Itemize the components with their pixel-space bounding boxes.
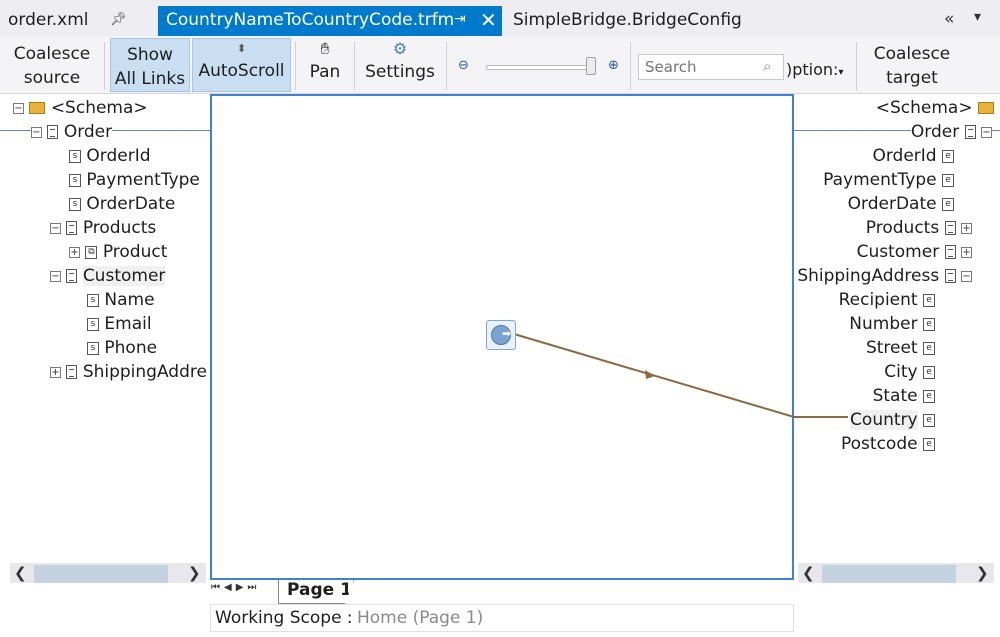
target-state-label: State bbox=[872, 386, 918, 406]
record-icon bbox=[944, 221, 956, 235]
field-icon: e bbox=[942, 197, 954, 211]
target-order-label: Order bbox=[910, 122, 960, 142]
field-icon: e bbox=[923, 413, 935, 427]
target-number-label: Number bbox=[849, 314, 918, 334]
scroll-left-icon[interactable]: ❮ bbox=[802, 564, 815, 582]
field-icon: e bbox=[923, 317, 935, 331]
expand-icon[interactable]: + bbox=[961, 246, 972, 258]
target-node-number[interactable]: Number e bbox=[849, 312, 935, 336]
working-scope-value[interactable]: Home (Page 1) bbox=[357, 608, 483, 628]
target-root-label: <Schema> bbox=[875, 98, 973, 118]
page-tab-1[interactable]: Page 1 bbox=[278, 580, 354, 604]
field-icon: e bbox=[923, 341, 935, 355]
target-products-label: Products bbox=[865, 218, 940, 238]
target-node-state[interactable]: State e bbox=[873, 384, 935, 408]
functoid-node[interactable]: ➡ bbox=[486, 320, 516, 350]
target-shippingaddress-label: ShippingAddress bbox=[797, 266, 940, 286]
source-scrollbar-thumb[interactable] bbox=[34, 565, 168, 583]
target-node-products[interactable]: Products + bbox=[866, 216, 972, 240]
target-orderdate-label: OrderDate bbox=[847, 194, 937, 214]
target-node-country[interactable]: Country e bbox=[850, 408, 935, 432]
target-node-customer[interactable]: Customer + bbox=[857, 240, 972, 264]
working-scope-label: Working Scope : bbox=[215, 608, 353, 628]
target-node-street[interactable]: Street e bbox=[866, 336, 935, 360]
page-navigation-buttons[interactable]: ⏮◀▶⏭ bbox=[211, 582, 281, 593]
target-postcode-label: Postcode bbox=[841, 434, 918, 454]
field-icon: e bbox=[923, 389, 935, 403]
target-country-label: Country bbox=[850, 410, 918, 430]
target-orderid-label: OrderId bbox=[872, 146, 937, 166]
target-city-label: City bbox=[884, 362, 918, 382]
target-node-recipient[interactable]: Recipient e bbox=[839, 288, 935, 312]
scroll-left-icon[interactable]: ❮ bbox=[14, 564, 27, 582]
working-scope-bar: Working Scope : Home (Page 1) bbox=[210, 604, 794, 632]
target-paymenttype-label: PaymentType bbox=[823, 170, 937, 190]
scroll-right-icon[interactable]: ❯ bbox=[976, 564, 989, 582]
target-node-paymenttype[interactable]: PaymentType e bbox=[823, 168, 954, 192]
expand-icon[interactable]: + bbox=[961, 222, 972, 234]
target-scrollbar-thumb[interactable] bbox=[822, 565, 956, 583]
target-node-shippingaddress[interactable]: ShippingAddress − bbox=[797, 264, 972, 288]
target-street-label: Street bbox=[865, 338, 918, 358]
collapse-icon[interactable]: − bbox=[981, 126, 992, 138]
target-node-city[interactable]: City e bbox=[884, 360, 935, 384]
target-node-postcode[interactable]: Postcode e bbox=[841, 432, 935, 456]
record-icon bbox=[964, 125, 976, 139]
folder-icon bbox=[978, 102, 994, 114]
target-node-orderid[interactable]: OrderId e bbox=[872, 144, 954, 168]
field-icon: e bbox=[942, 173, 954, 187]
target-node-order[interactable]: Order − bbox=[910, 120, 992, 144]
field-icon: e bbox=[923, 437, 935, 451]
record-icon bbox=[944, 269, 956, 283]
field-icon: e bbox=[923, 293, 935, 307]
target-node-orderdate[interactable]: OrderDate e bbox=[848, 192, 954, 216]
functoid-arrow-icon: ➡ bbox=[502, 327, 512, 340]
page-tab-label: Page 1 bbox=[287, 580, 352, 600]
target-customer-label: Customer bbox=[856, 242, 940, 262]
field-icon: e bbox=[942, 149, 954, 163]
field-icon: e bbox=[923, 365, 935, 379]
target-tree-root[interactable]: <Schema> bbox=[876, 96, 994, 120]
record-icon bbox=[944, 245, 956, 259]
collapse-icon[interactable]: − bbox=[961, 270, 972, 282]
target-recipient-label: Recipient bbox=[838, 290, 918, 310]
scroll-right-icon[interactable]: ❯ bbox=[188, 564, 201, 582]
